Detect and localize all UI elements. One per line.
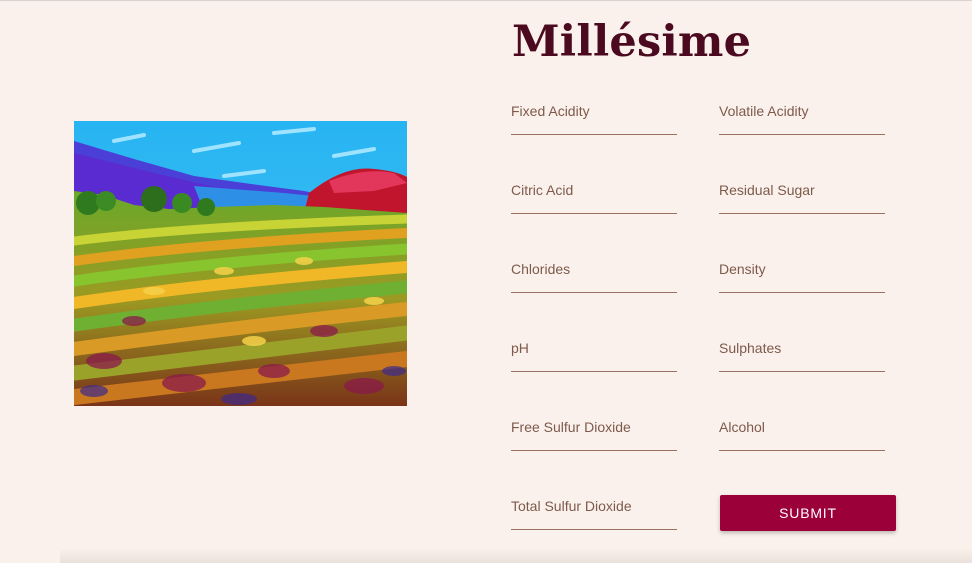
fixed-acidity-field[interactable]: Fixed Acidity [511,96,677,135]
chlorides-field[interactable]: Chlorides [511,254,677,293]
total-sulfur-dioxide-field[interactable]: Total Sulfur Dioxide [511,491,677,530]
chlorides-input[interactable] [511,254,677,292]
volatile-acidity-input[interactable] [719,96,885,134]
ph-field[interactable]: pH [511,333,677,372]
ph-input[interactable] [511,333,677,371]
alcohol-input[interactable] [719,412,885,450]
vineyard-painting [74,121,407,406]
alcohol-field[interactable]: Alcohol [719,412,885,451]
volatile-acidity-field[interactable]: Volatile Acidity [719,96,885,135]
submit-button[interactable]: SUBMIT [720,495,896,531]
sulphates-field[interactable]: Sulphates [719,333,885,372]
free-sulfur-dioxide-field[interactable]: Free Sulfur Dioxide [511,412,677,451]
total-sulfur-dioxide-input[interactable] [511,491,677,529]
top-divider [0,0,972,1]
free-sulfur-dioxide-input[interactable] [511,412,677,450]
residual-sugar-field[interactable]: Residual Sugar [719,175,885,214]
bottom-shadow [60,548,972,563]
residual-sugar-input[interactable] [719,175,885,213]
density-field[interactable]: Density [719,254,885,293]
citric-acid-field[interactable]: Citric Acid [511,175,677,214]
page-title: Millésime [512,17,752,67]
density-input[interactable] [719,254,885,292]
fixed-acidity-input[interactable] [511,96,677,134]
sulphates-input[interactable] [719,333,885,371]
citric-acid-input[interactable] [511,175,677,213]
